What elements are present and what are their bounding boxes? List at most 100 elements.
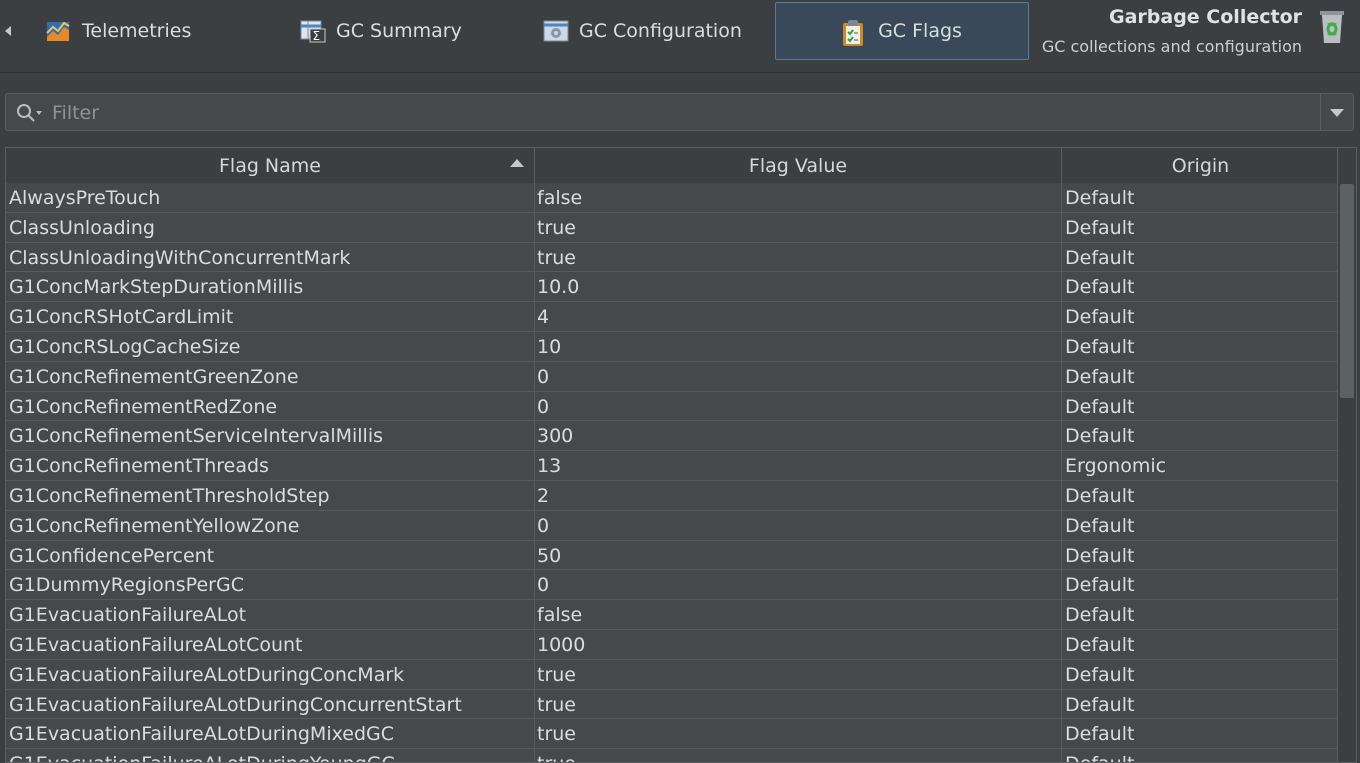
- table-row[interactable]: G1ConcMarkStepDurationMillis 10.0 Default: [6, 272, 1339, 303]
- origin-cell: Default: [1062, 749, 1339, 762]
- table-row[interactable]: G1ConcRefinementThresholdStep 2 Default: [6, 480, 1339, 511]
- tab-telemetries[interactable]: Telemetries: [46, 2, 266, 60]
- flag-name-cell: G1EvacuationFailureALotCount: [6, 629, 535, 659]
- table-row[interactable]: G1ConcRefinementServiceIntervalMillis 300…: [6, 421, 1339, 452]
- search-icon[interactable]: [16, 103, 46, 127]
- column-header-origin[interactable]: Origin: [1062, 148, 1339, 183]
- origin-cell: Default: [1065, 633, 1135, 656]
- flag-value-cell: false: [535, 183, 1062, 212]
- flag-name-cell: ClassUnloading: [6, 212, 535, 242]
- table-row[interactable]: G1ConcRefinementThreads 13 Ergonomic: [6, 451, 1339, 481]
- flag-value-cell: 2: [535, 480, 1062, 510]
- scroll-left-arrow-icon[interactable]: [5, 26, 11, 36]
- tab-gc-summary[interactable]: Σ GC Summary: [300, 2, 520, 60]
- table-row[interactable]: G1EvacuationFailureALotDuringMixedGC true…: [6, 719, 1339, 750]
- origin-cell: Default: [1065, 544, 1135, 567]
- table-row[interactable]: G1ConcRefinementYellowZone 0 Default: [6, 510, 1339, 541]
- table-row[interactable]: G1EvacuationFailureALotDuringConcMark tru…: [6, 659, 1339, 690]
- origin-cell: Default: [1065, 335, 1135, 358]
- flag-value-cell: true: [535, 242, 1062, 272]
- origin-cell: Default: [1065, 306, 1135, 329]
- flag-name-cell: G1EvacuationFailureALotDuringConcMark: [6, 659, 535, 689]
- sort-ascending-icon: [510, 159, 524, 167]
- flag-name-cell: G1ConcRefinementYellowZone: [6, 510, 535, 540]
- flag-name-cell: G1EvacuationFailureALotDuringConcurrentS…: [6, 689, 535, 719]
- flag-value-cell: 50: [535, 540, 1062, 570]
- flag-name-cell: G1ConcRefinementGreenZone: [6, 361, 535, 391]
- flag-value-cell: 4: [535, 302, 1062, 332]
- tab-gc-flags[interactable]: GC Flags: [775, 2, 1029, 60]
- origin-cell: Default: [1065, 604, 1135, 627]
- table-body: AlwaysPreTouch false Default ClassUnloading…: [6, 183, 1339, 762]
- table-row[interactable]: G1ConcRSLogCacheSize 10 Default: [6, 331, 1339, 362]
- telemetries-chart-icon: [46, 19, 70, 43]
- table-row[interactable]: G1EvacuationFailureALotCount 1000 Default: [6, 629, 1339, 660]
- gc-flags-clipboard-icon: [842, 19, 866, 46]
- table-row[interactable]: ClassUnloadingWithConcurrentMark true Defa…: [6, 242, 1339, 273]
- flag-value-cell: 10.0: [535, 272, 1062, 302]
- flag-value-cell: true: [535, 689, 1062, 719]
- origin-cell: Ergonomic: [1065, 455, 1167, 478]
- origin-cell: Default: [1065, 484, 1135, 507]
- flag-value-cell: 0: [535, 510, 1062, 540]
- trash-recycle-icon: [1318, 8, 1346, 44]
- vertical-scrollbar[interactable]: [1337, 148, 1356, 762]
- flag-value-cell: 0: [535, 570, 1062, 600]
- flag-name-cell: ClassUnloadingWithConcurrentMark: [6, 242, 535, 272]
- flag-name-cell: G1ConcRefinementThreads: [6, 451, 535, 481]
- tab-bar: Telemetries Σ GC Summary GC Configuratio…: [0, 0, 1360, 73]
- table-row[interactable]: G1EvacuationFailureALotDuringConcurrentS…: [6, 689, 1339, 720]
- flag-name-cell: AlwaysPreTouch: [6, 183, 535, 212]
- flag-value-cell: 1000: [535, 629, 1062, 659]
- origin-cell: Default: [1065, 187, 1135, 209]
- table-row[interactable]: G1EvacuationFailureALot false Default: [6, 600, 1339, 630]
- origin-cell: Default: [1065, 216, 1135, 239]
- column-header-flag-name[interactable]: Flag Name: [6, 148, 535, 183]
- flag-value-cell: true: [535, 749, 1062, 762]
- tab-gc-configuration-label: GC Configuration: [579, 20, 742, 42]
- filter-dropdown-button[interactable]: [1320, 94, 1353, 130]
- tab-gc-configuration[interactable]: GC Configuration: [543, 2, 763, 60]
- flag-name-cell: G1ConcMarkStepDurationMillis: [6, 272, 535, 302]
- table-row[interactable]: AlwaysPreTouch false Default: [6, 183, 1339, 213]
- page-title: Garbage Collector: [1109, 6, 1302, 28]
- flag-value-cell: true: [535, 719, 1062, 749]
- flag-value-cell: true: [535, 212, 1062, 242]
- tab-gc-flags-label: GC Flags: [878, 20, 962, 42]
- page-subtitle: GC collections and configuration: [1041, 37, 1302, 56]
- origin-cell: Default: [1065, 365, 1135, 388]
- flag-name-cell: G1ConcRefinementRedZone: [6, 391, 535, 421]
- flag-value-cell: 13: [535, 451, 1062, 481]
- flag-value-cell: 0: [535, 391, 1062, 421]
- column-header-flag-value[interactable]: Flag Value: [535, 148, 1062, 183]
- flags-table: Flag Name Flag Value Origin AlwaysPreTou…: [5, 147, 1357, 763]
- tab-gc-summary-label: GC Summary: [336, 20, 462, 42]
- table-row[interactable]: G1ConcRefinementRedZone 0 Default: [6, 391, 1339, 422]
- scrollbar-thumb[interactable]: [1340, 184, 1354, 398]
- origin-cell: Default: [1065, 425, 1135, 448]
- table-row[interactable]: G1ConfidencePercent 50 Default: [6, 540, 1339, 571]
- flag-name-cell: G1DummyRegionsPerGC: [6, 570, 535, 600]
- svg-text:Σ: Σ: [313, 29, 321, 43]
- flag-name-cell: G1ConcRefinementThresholdStep: [6, 480, 535, 510]
- tab-telemetries-label: Telemetries: [82, 20, 192, 42]
- filter-input[interactable]: [50, 98, 1314, 128]
- flag-name-cell: G1ConcRefinementServiceIntervalMillis: [6, 421, 535, 451]
- gc-summary-sigma-icon: Σ: [300, 19, 326, 43]
- origin-cell: Default: [1065, 514, 1135, 537]
- flag-name-cell: G1EvacuationFailureALotDuringMixedGC: [6, 719, 535, 749]
- origin-cell: Default: [1065, 723, 1135, 746]
- flag-value-cell: 0: [535, 361, 1062, 391]
- table-row[interactable]: G1ConcRSHotCardLimit 4 Default: [6, 302, 1339, 332]
- flag-name-cell: G1ConcRSHotCardLimit: [6, 302, 535, 332]
- table-row[interactable]: ClassUnloading true Default: [6, 212, 1339, 243]
- table-row[interactable]: G1DummyRegionsPerGC 0 Default: [6, 570, 1339, 601]
- table-row[interactable]: G1EvacuationFailureALotDuringYoungGCtrue…: [6, 749, 1339, 762]
- origin-cell: Default: [1065, 574, 1135, 597]
- table-header: Flag Name Flag Value Origin: [6, 148, 1339, 184]
- table-row[interactable]: G1ConcRefinementGreenZone 0 Default: [6, 361, 1339, 392]
- filter-box: [5, 93, 1354, 131]
- flag-value-cell: 300: [535, 421, 1062, 451]
- origin-cell: Default: [1065, 276, 1135, 299]
- origin-cell: Default: [1065, 693, 1135, 716]
